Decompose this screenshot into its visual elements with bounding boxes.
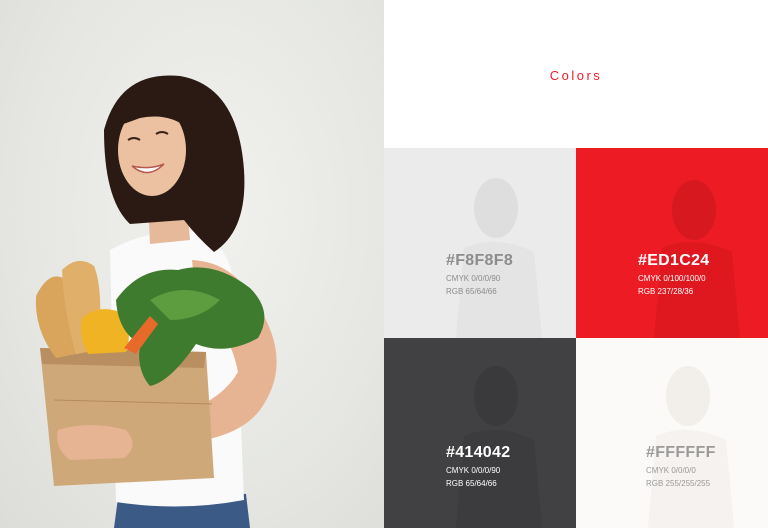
swatch-cmyk: CMYK 0/100/100/0 xyxy=(638,274,706,283)
page-title: Colors xyxy=(549,68,603,83)
swatch-rgb: RGB 65/64/66 xyxy=(446,479,497,488)
woman-with-grocery-bag-image xyxy=(35,75,277,528)
swatch-rgb: RGB 237/28/36 xyxy=(638,287,694,296)
colors-header: Colors xyxy=(384,0,768,148)
swatch-hex: #414042 xyxy=(446,444,511,461)
swatch-cmyk: CMYK 0/0/0/0 xyxy=(646,466,696,475)
swatch-white: #FFFFFF CMYK 0/0/0/0 RGB 255/255/255 xyxy=(576,338,768,528)
swatch-light-gray: #F8F8F8 CMYK 0/0/0/90 RGB 65/64/66 xyxy=(384,148,576,338)
hero-photo xyxy=(0,0,384,528)
swatch-rgb: RGB 255/255/255 xyxy=(646,479,711,488)
faded-photo-overlay xyxy=(456,178,542,338)
swatch-hex: #FFFFFF xyxy=(646,444,716,461)
swatch-red: #ED1C24 CMYK 0/100/100/0 RGB 237/28/36 xyxy=(576,148,768,338)
swatch-hex: #ED1C24 xyxy=(638,252,710,269)
faded-photo-overlay xyxy=(456,366,542,528)
swatch-hex: #F8F8F8 xyxy=(446,252,514,269)
faded-photo-overlay xyxy=(654,180,740,338)
swatch-dark-gray: #414042 CMYK 0/0/0/90 RGB 65/64/66 xyxy=(384,338,576,528)
swatch-cmyk: CMYK 0/0/0/90 xyxy=(446,466,501,475)
swatch-cmyk: CMYK 0/0/0/90 xyxy=(446,274,501,283)
faded-photo-overlay xyxy=(648,366,734,528)
swatch-rgb: RGB 65/64/66 xyxy=(446,287,497,296)
